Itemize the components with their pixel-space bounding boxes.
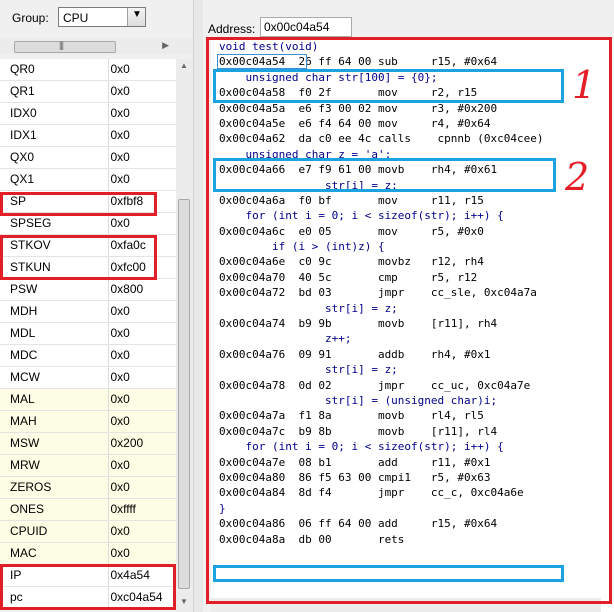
register-value[interactable]: 0x0 [108,102,176,125]
annotation-box-stack-limits [0,235,157,280]
register-value[interactable]: 0x200 [108,432,176,455]
register-row[interactable]: MDC 0x0 [0,344,176,367]
annotation-number-two: 2 [565,155,590,199]
chevron-up-icon[interactable]: ▲ [180,61,188,70]
register-name: QR0 [0,59,109,81]
annotation-box-stack-restore [213,565,564,582]
register-row[interactable]: MRW 0x0 [0,454,176,477]
annotation-box-function [206,37,612,604]
register-table: QR0 0x0 QR1 0x0 IDX0 0x0 IDX1 0x0 QX0 0x0 QX1 0x0 SP… [0,59,176,609]
register-row[interactable]: QX0 0x0 [0,146,176,169]
address-label: Address: [208,22,256,36]
register-row[interactable]: QR0 0x0 [0,59,176,81]
register-value[interactable]: 0x0 [108,542,176,565]
register-name: MAH [0,410,109,433]
register-value[interactable]: 0x0 [108,520,176,543]
register-value[interactable]: 0x0 [108,80,176,103]
register-name: QR1 [0,80,109,103]
register-row[interactable]: ZEROS 0x0 [0,476,176,499]
register-value[interactable]: 0x800 [108,278,176,301]
register-panel: Group: CPU ▼ ||| ▶ QR0 0x0 QR1 0x0 IDX0 0x0 ID… [0,0,193,612]
register-row[interactable]: MSW 0x200 [0,432,176,455]
annotation-box-str-init [213,69,564,103]
chevron-down-icon[interactable]: ▼ [180,597,188,606]
register-vertical-scrollbar[interactable]: ▲ ▼ [176,59,193,612]
register-value[interactable]: 0x0 [108,300,176,323]
register-value[interactable]: 0x0 [108,59,176,81]
register-name: MAC [0,542,109,565]
register-row[interactable]: MCW 0x0 [0,366,176,389]
register-value[interactable]: 0x0 [108,366,176,389]
annotation-box-ip-pc [0,564,176,610]
register-row[interactable]: IDX0 0x0 [0,102,176,125]
register-row[interactable]: QX1 0x0 [0,168,176,191]
register-value[interactable]: 0x0 [108,388,176,411]
register-value[interactable]: 0x0 [108,454,176,477]
group-select[interactable]: CPU ▼ [58,7,146,27]
group-select-value: CPU [63,11,89,25]
register-value[interactable]: 0x0 [108,168,176,191]
address-input[interactable] [260,17,352,37]
register-name: QX1 [0,168,109,191]
register-row[interactable]: IDX1 0x0 [0,124,176,147]
register-row[interactable]: PSW 0x800 [0,278,176,301]
register-name: MAL [0,388,109,411]
register-name: IDX1 [0,124,109,147]
register-name: QX0 [0,146,109,169]
register-name: ZEROS [0,476,109,499]
annotation-box-sp [0,192,157,216]
register-value[interactable]: 0x0 [108,322,176,345]
register-name: MRW [0,454,109,477]
scrollbar-thumb[interactable] [178,199,190,589]
register-name: MCW [0,366,109,389]
register-row[interactable]: MDH 0x0 [0,300,176,323]
chevron-right-icon[interactable]: ▶ [162,40,169,51]
register-row[interactable]: ONES 0xffff [0,498,176,521]
register-name: MDC [0,344,109,367]
register-horizontal-scrollbar[interactable]: ||| ▶ [0,38,193,54]
group-bar: Group: CPU ▼ [0,0,193,36]
register-value[interactable]: 0x0 [108,410,176,433]
scrollbar-thumb[interactable]: ||| [14,40,116,53]
chevron-down-icon: ▼ [132,9,142,20]
register-value[interactable]: 0x0 [108,476,176,499]
register-name: MDL [0,322,109,345]
group-label: Group: [12,11,49,25]
register-row[interactable]: MAC 0x0 [0,542,176,565]
register-row[interactable]: CPUID 0x0 [0,520,176,543]
register-value[interactable]: 0x0 [108,124,176,147]
register-name: IDX0 [0,102,109,125]
register-value[interactable]: 0xffff [108,498,176,521]
register-row[interactable]: MDL 0x0 [0,322,176,345]
register-row[interactable]: QR1 0x0 [0,80,176,103]
register-value[interactable]: 0x0 [108,146,176,169]
annotation-number-one: 1 [572,63,597,107]
register-name: MDH [0,300,109,323]
register-row[interactable]: MAL 0x0 [0,388,176,411]
group-dropdown-button[interactable]: ▼ [127,8,145,26]
register-name: PSW [0,278,109,301]
register-name: ONES [0,498,109,521]
grip-icon: ||| [59,40,64,50]
register-name: CPUID [0,520,109,543]
register-row[interactable]: MAH 0x0 [0,410,176,433]
annotation-box-z-init [213,158,556,192]
register-value[interactable]: 0x0 [108,344,176,367]
register-name: MSW [0,432,109,455]
